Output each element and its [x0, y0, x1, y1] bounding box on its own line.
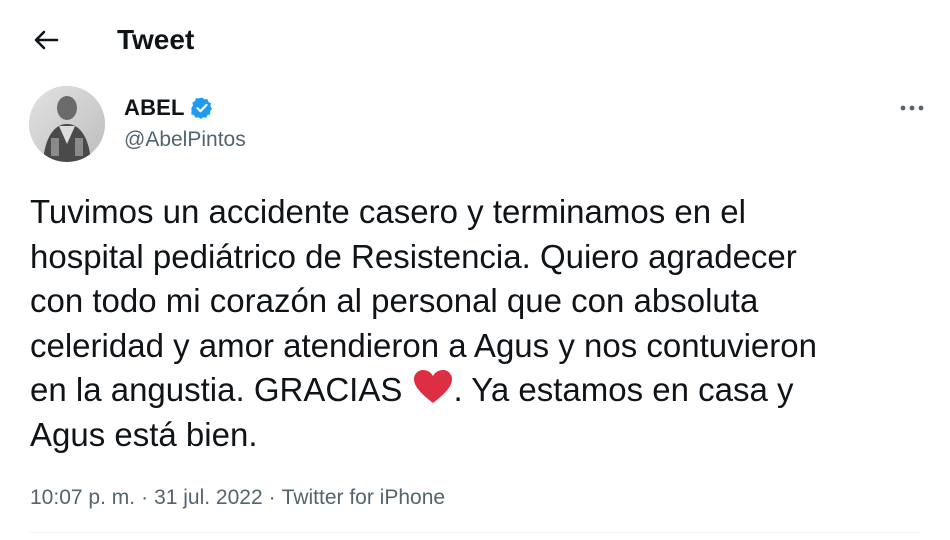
- tweet-page: Tweet ABEL @AbelPintos Tuvimos un accide…: [0, 0, 950, 540]
- author-handle[interactable]: @AbelPintos: [124, 126, 246, 154]
- tweet-line: celeridad y amor atendieron a Agus y nos…: [30, 326, 817, 364]
- top-header: Tweet: [0, 0, 950, 82]
- more-options-icon: [900, 105, 924, 111]
- avatar[interactable]: [29, 86, 105, 162]
- red-heart-icon: [413, 370, 452, 403]
- tweet-line: Agus está bien.: [30, 415, 258, 453]
- meta-separator: ·: [141, 486, 149, 509]
- tweet-date[interactable]: 31 jul. 2022: [154, 486, 263, 509]
- avatar-image: [29, 86, 105, 162]
- arrow-left-icon: [34, 30, 59, 50]
- meta-separator: ·: [268, 486, 276, 509]
- more-options-button[interactable]: [894, 94, 930, 122]
- tweet-line: en la angustia. GRACIAS: [30, 371, 412, 408]
- tweet-time[interactable]: 10:07 p. m.: [30, 486, 135, 509]
- tweet-line: . Ya estamos en casa y: [453, 371, 794, 408]
- tweet-source[interactable]: Twitter for iPhone: [282, 486, 445, 509]
- tweet-line: Tuvimos un accidente casero y terminamos…: [30, 193, 746, 230]
- author-name-row[interactable]: ABEL: [124, 94, 214, 122]
- divider: [30, 532, 920, 533]
- author-name[interactable]: ABEL: [124, 95, 185, 121]
- back-button[interactable]: [26, 20, 66, 60]
- tweet-line: con todo mi corazón al personal que con …: [30, 282, 759, 319]
- page-title: Tweet: [117, 24, 195, 55]
- tweet-meta: 10:07 p. m. · 31 jul. 2022 · Twitter for iPh…: [30, 484, 445, 512]
- tweet-line: hospital pediátrico de Resistencia. Quie…: [30, 237, 797, 275]
- verified-badge-icon: [191, 97, 212, 119]
- tweet-text: Tuvimos un accidente casero y terminamos…: [30, 190, 930, 457]
